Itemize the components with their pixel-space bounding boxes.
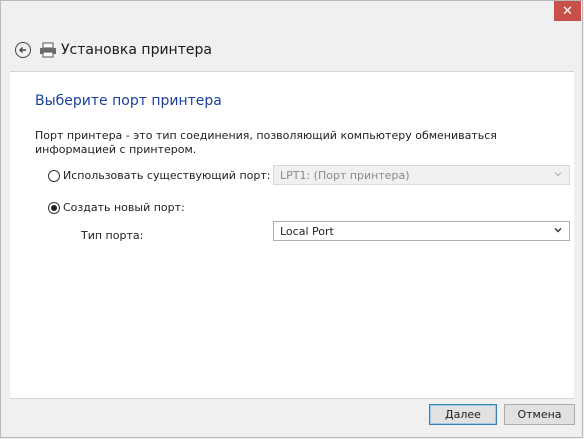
create-new-port-option[interactable]: Создать новый порт: xyxy=(48,201,185,214)
existing-port-value: LPT1: (Порт принтера) xyxy=(280,168,410,182)
chevron-down-icon xyxy=(554,172,562,177)
next-button[interactable]: Далее xyxy=(429,404,497,425)
printer-icon xyxy=(40,42,56,58)
cancel-button[interactable]: Отмена xyxy=(504,404,575,425)
cancel-button-label: Отмена xyxy=(517,408,562,421)
header: Установка принтера xyxy=(15,39,212,61)
chevron-down-icon xyxy=(554,228,562,233)
port-type-select[interactable]: Local Port xyxy=(273,221,570,241)
create-new-port-radio[interactable] xyxy=(48,201,60,214)
close-button[interactable]: ✕ xyxy=(554,1,581,21)
create-new-port-label: Создать новый порт: xyxy=(63,201,185,214)
content-panel: Выберите порт принтера Порт принтера - э… xyxy=(10,71,574,399)
existing-port-select: LPT1: (Порт принтера) xyxy=(273,165,570,185)
description-text: Порт принтера - это тип соединения, позв… xyxy=(35,129,497,156)
section-heading: Выберите порт принтера xyxy=(35,93,222,109)
close-icon: ✕ xyxy=(562,3,573,19)
port-type-label: Тип порта: xyxy=(81,229,144,242)
back-arrow-icon xyxy=(19,47,26,53)
next-button-label: Далее xyxy=(445,408,481,421)
page-title: Установка принтера xyxy=(61,42,212,58)
titlebar: ✕ xyxy=(1,1,582,33)
port-type-value: Local Port xyxy=(280,224,334,238)
use-existing-port-label: Использовать существующий порт: xyxy=(63,169,271,182)
back-button[interactable] xyxy=(15,42,31,58)
use-existing-port-option[interactable]: Использовать существующий порт: xyxy=(48,169,270,182)
use-existing-port-radio[interactable] xyxy=(48,169,60,182)
printer-setup-window: ✕ Установка принтера Выберите порт принт… xyxy=(0,0,583,438)
